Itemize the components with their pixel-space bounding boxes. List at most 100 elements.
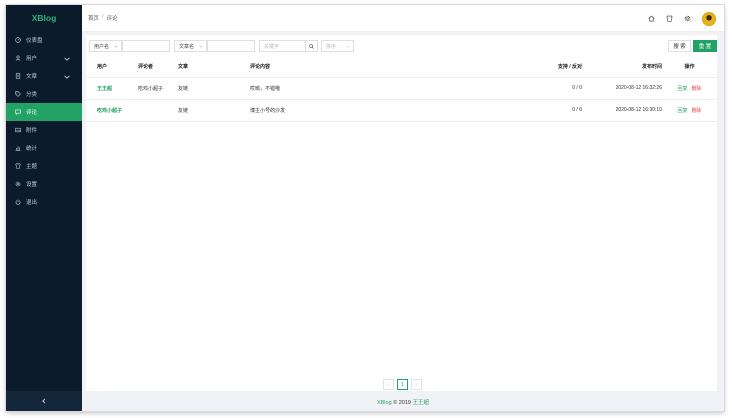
theme-icon	[15, 163, 21, 169]
sort-select-value: 排序	[326, 43, 337, 50]
keyword-input[interactable]: 关键字	[259, 40, 306, 52]
field2-select-value: 文章名	[179, 43, 195, 50]
comments-card: 用户名 文章名 关键字 排序 搜 索 重 置 用户 评论者 文章 评论内容 支持…	[86, 35, 717, 391]
sidebar-item-dashboard[interactable]: 仪表盘	[6, 31, 82, 49]
commenter-cell: 吃鸡小超子	[138, 77, 178, 100]
field2-input[interactable]	[207, 40, 255, 52]
app-window: XBlog 仪表盘 用户 文章 分类 评论 附件 统计 主题 设置 退出 首页 …	[6, 5, 724, 411]
article-icon	[15, 73, 21, 79]
ops-cell: 回复 删除	[662, 77, 717, 100]
search-icon	[309, 43, 314, 49]
keyword-search-button[interactable]	[306, 40, 318, 52]
power-icon	[15, 199, 21, 205]
comments-table: 用户 评论者 文章 评论内容 支持 / 反对 发布时间 操作 王王超 吃鸡小超子…	[86, 56, 717, 122]
col-content: 评论内容	[250, 56, 480, 78]
sidebar-item-categories[interactable]: 分类	[6, 85, 82, 103]
tag-icon	[15, 91, 21, 97]
chevron-down-icon	[114, 45, 118, 48]
breadcrumb-separator: /	[102, 14, 104, 20]
sidebar: XBlog 仪表盘 用户 文章 分类 评论 附件 统计 主题 设置 退出	[6, 5, 82, 411]
sidebar-item-label: 设置	[26, 182, 38, 188]
comment-icon	[15, 109, 21, 115]
sidebar-item-label: 统计	[26, 146, 38, 152]
content-cell: 哎呦，不错哦	[250, 77, 480, 100]
sidebar-item-articles[interactable]: 文章	[6, 67, 82, 85]
sidebar-item-settings[interactable]: 设置	[6, 175, 82, 193]
commenter-cell	[138, 99, 178, 122]
prev-page-button[interactable]: ‹	[383, 379, 394, 390]
sidebar-item-label: 仪表盘	[26, 38, 43, 44]
chevron-down-icon	[346, 45, 350, 48]
col-ops: 操作	[662, 56, 717, 78]
brand-logo[interactable]: XBlog	[6, 5, 82, 31]
reset-button[interactable]: 重 置	[693, 40, 717, 52]
col-time: 发布时间	[582, 56, 662, 78]
sidebar-item-label: 文章	[26, 74, 38, 80]
sidebar-collapse-button[interactable]	[6, 391, 82, 411]
sidebar-item-themes[interactable]: 主题	[6, 157, 82, 175]
attachment-icon	[15, 127, 21, 133]
stats-icon	[15, 146, 21, 151]
next-page-button[interactable]: ›	[411, 379, 422, 390]
keyword-placeholder: 关键字	[264, 43, 280, 50]
reply-button[interactable]: 回复	[677, 86, 687, 92]
avatar[interactable]	[702, 11, 716, 26]
user-link[interactable]: 王王超	[97, 86, 112, 92]
header-icons	[648, 5, 724, 32]
field2-select[interactable]: 文章名	[174, 40, 207, 52]
breadcrumb-home[interactable]: 首页	[88, 14, 99, 22]
user-link[interactable]: 吃鸡小超子	[97, 108, 122, 114]
sidebar-item-label: 附件	[26, 128, 38, 134]
filter-bar: 用户名 文章名 关键字 排序 搜 索 重 置	[89, 40, 717, 52]
sidebar-item-logout[interactable]: 退出	[6, 193, 82, 211]
field1-select-value: 用户名	[94, 43, 110, 50]
sidebar-item-statistics[interactable]: 统计	[6, 139, 82, 157]
sort-select[interactable]: 排序	[321, 40, 354, 52]
sidebar-item-label: 分类	[26, 92, 38, 98]
sidebar-item-attachments[interactable]: 附件	[6, 121, 82, 139]
top-header: 首页 / 评论	[82, 5, 724, 32]
col-article: 文章	[178, 56, 250, 78]
article-cell: 友链	[178, 77, 250, 100]
footer-owner-link[interactable]: 王王超	[413, 400, 430, 406]
field1-input[interactable]	[122, 40, 170, 52]
gear-icon[interactable]	[684, 15, 691, 22]
table-header-row: 用户 评论者 文章 评论内容 支持 / 反对 发布时间 操作	[86, 56, 717, 78]
sidebar-item-label: 主题	[26, 164, 38, 170]
col-commenter: 评论者	[138, 56, 178, 78]
chevron-down-icon	[64, 57, 70, 61]
breadcrumb: 首页 / 评论	[88, 14, 118, 22]
col-votes: 支持 / 反对	[480, 56, 582, 78]
breadcrumb-current: 评论	[106, 16, 118, 22]
votes-cell: 0 / 0	[480, 77, 582, 100]
delete-button[interactable]: 删除	[692, 86, 702, 92]
table-row: 王王超 吃鸡小超子 友链 哎呦，不错哦 0 / 0 2020-08-12 16:…	[86, 77, 717, 100]
footer-brand: XBlog	[376, 400, 392, 406]
search-button[interactable]: 搜 索	[668, 40, 691, 52]
article-cell: 友链	[178, 99, 250, 122]
content-cell: 博主小号的沙发	[250, 99, 480, 122]
sidebar-item-comments[interactable]: 评论	[6, 103, 82, 121]
dashboard-icon	[15, 37, 21, 43]
ops-cell: 回复 删除	[662, 99, 717, 122]
chevron-left-icon	[42, 398, 46, 404]
sidebar-item-label: 评论	[26, 110, 38, 116]
shirt-icon[interactable]	[666, 15, 673, 22]
col-user: 用户	[86, 56, 138, 78]
sidebar-item-label: 退出	[26, 200, 38, 206]
pagination: ‹ 1 ›	[383, 379, 422, 390]
votes-cell: 0 / 0	[480, 99, 582, 122]
sidebar-item-users[interactable]: 用户	[6, 49, 82, 67]
chevron-down-icon	[64, 75, 70, 79]
sidebar-item-label: 用户	[26, 56, 38, 62]
chevron-down-icon	[199, 45, 203, 48]
time-cell: 2020-08-12 16:30:10	[582, 99, 662, 122]
field1-select[interactable]: 用户名	[89, 40, 122, 52]
table-row: 吃鸡小超子 友链 博主小号的沙发 0 / 0 2020-08-12 16:30:…	[86, 99, 717, 122]
gear-icon	[15, 181, 21, 187]
page-button-current[interactable]: 1	[397, 379, 408, 390]
time-cell: 2020-08-12 16:32:26	[582, 77, 662, 100]
home-icon[interactable]	[648, 15, 655, 22]
delete-button[interactable]: 删除	[692, 108, 702, 114]
reply-button[interactable]: 回复	[677, 108, 687, 114]
